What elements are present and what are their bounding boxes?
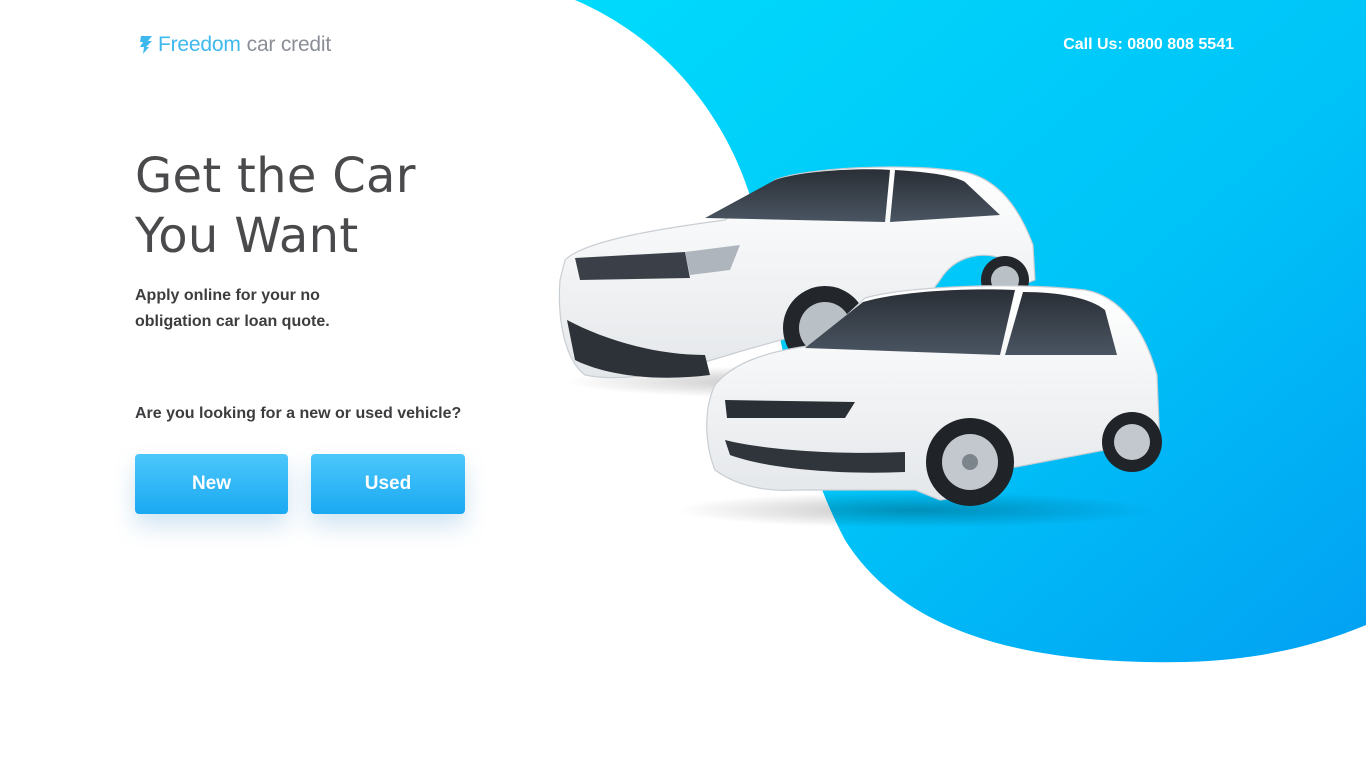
hero-subtext: Apply online for your no obligation car … (135, 287, 330, 330)
used-vehicle-button[interactable]: Used (311, 454, 465, 514)
new-vehicle-button[interactable]: New (135, 454, 288, 514)
landing-page: Freedom car credit Call Us: 0800 808 554… (0, 0, 1366, 768)
logo-text-primary: Freedom (158, 33, 241, 56)
page-title: Get the Car You Want (135, 146, 416, 266)
vehicle-type-question: Are you looking for a new or used vehicl… (135, 405, 462, 422)
call-us-phone[interactable]: Call Us: 0800 808 5541 (1063, 36, 1234, 54)
logo-text-secondary: car credit (246, 33, 332, 56)
feather-logo-icon (140, 36, 152, 54)
page-title-line-1: Get the Car (135, 148, 416, 204)
page-title-line-2: You Want (135, 208, 359, 264)
two-white-cars-image (558, 166, 1162, 528)
logo[interactable]: Freedom car credit (138, 31, 331, 59)
